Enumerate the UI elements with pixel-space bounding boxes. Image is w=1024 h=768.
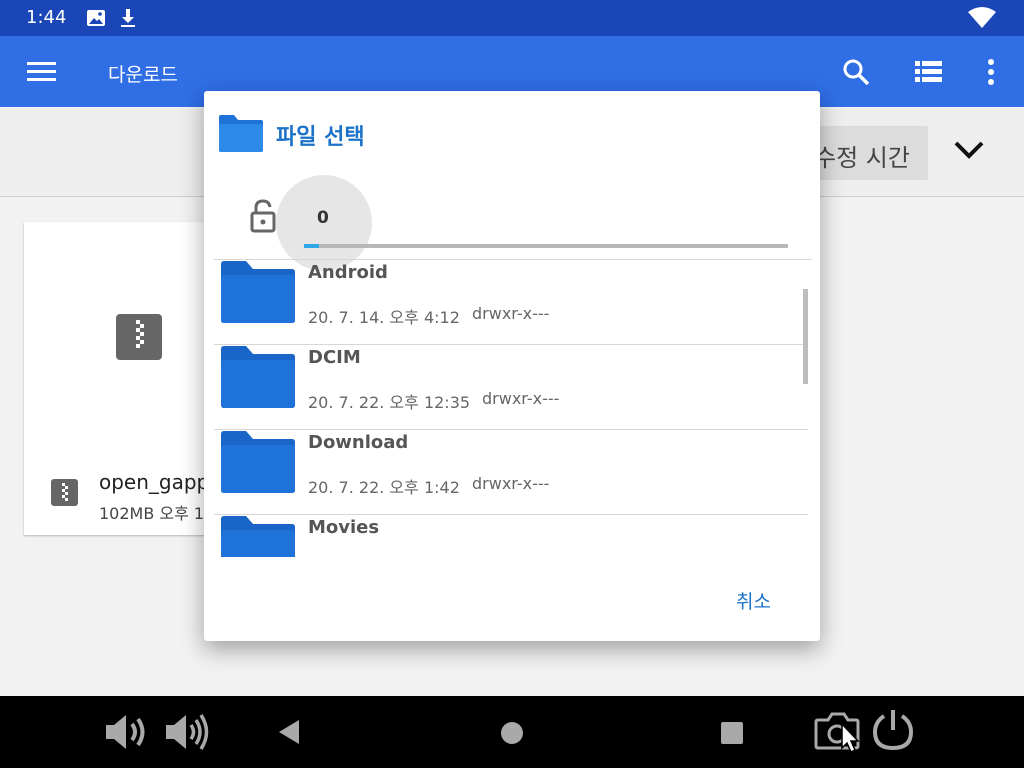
status-time: 1:44 — [26, 7, 67, 28]
folder-permissions: drwxr-x--- — [472, 474, 550, 493]
folder-date: 20. 7. 22. 오후 12:35 — [308, 393, 471, 412]
list-item[interactable]: Download 20. 7. 22. 오후 1:42 drwxr-x--- — [214, 430, 808, 515]
search-icon[interactable] — [842, 58, 870, 90]
list-item[interactable]: DCIM 20. 7. 22. 오후 12:35 drwxr-x--- — [214, 345, 808, 430]
home-icon[interactable] — [500, 721, 524, 749]
download-icon — [118, 8, 138, 32]
recents-icon[interactable] — [720, 721, 744, 749]
list-item[interactable]: Movies — [214, 515, 808, 557]
folder-icon — [220, 430, 296, 498]
seekbar-progress — [304, 244, 319, 248]
folder-icon — [220, 260, 296, 328]
screenshot-icon[interactable] — [814, 710, 864, 762]
file-card[interactable]: open_gapp 102MB 오후 1 — [24, 222, 206, 535]
back-icon[interactable] — [277, 719, 301, 749]
folder-name: Download — [308, 432, 409, 453]
more-vert-icon[interactable] — [986, 58, 996, 90]
power-icon[interactable] — [872, 708, 914, 756]
folder-date: 20. 7. 14. 오후 4:12 — [308, 308, 460, 327]
list-view-icon[interactable] — [915, 61, 943, 87]
dialog-title: 파일 선택 — [276, 125, 365, 150]
file-meta: 102MB 오후 1 — [99, 504, 205, 523]
folder-date: 20. 7. 22. 오후 1:42 — [308, 478, 460, 497]
status-bar: 1:44 — [0, 0, 1024, 36]
chevron-down-icon[interactable] — [953, 140, 985, 164]
app-title: 다운로드 — [108, 64, 178, 86]
folder-list: Android 20. 7. 14. 오후 4:12 drwxr-x--- DCIM 2… — [214, 260, 814, 557]
image-icon — [86, 8, 106, 32]
folder-icon — [220, 345, 296, 413]
volume-up-icon[interactable] — [164, 712, 210, 756]
folder-name: Movies — [308, 517, 380, 538]
sort-button[interactable]: 수정 시간 — [808, 126, 928, 180]
file-picker-dialog: 파일 선택 0 Android 20. 7. 14. 오후 4:12 drwxr-x… — [204, 91, 820, 641]
wifi-icon — [968, 7, 996, 33]
scrollbar[interactable] — [803, 289, 808, 384]
zip-file-icon — [116, 314, 162, 360]
folder-name: Android — [308, 262, 388, 283]
file-name: open_gapp — [99, 470, 206, 494]
cancel-button[interactable]: 취소 — [736, 587, 771, 614]
folder-icon — [218, 113, 264, 157]
folder-permissions: drwxr-x--- — [482, 389, 560, 408]
seekbar-value: 0 — [317, 208, 329, 228]
list-item[interactable]: Android 20. 7. 14. 오후 4:12 drwxr-x--- — [214, 260, 808, 345]
menu-icon[interactable] — [27, 60, 57, 88]
seekbar[interactable] — [304, 244, 788, 248]
lock-open-icon[interactable] — [250, 199, 278, 237]
folder-name: DCIM — [308, 347, 361, 368]
navigation-bar — [0, 696, 1024, 768]
sort-label: 수정 시간 — [814, 144, 910, 172]
zip-file-small-icon — [51, 479, 78, 506]
volume-down-icon[interactable] — [104, 712, 150, 756]
folder-icon — [220, 515, 296, 557]
folder-permissions: drwxr-x--- — [472, 304, 550, 323]
